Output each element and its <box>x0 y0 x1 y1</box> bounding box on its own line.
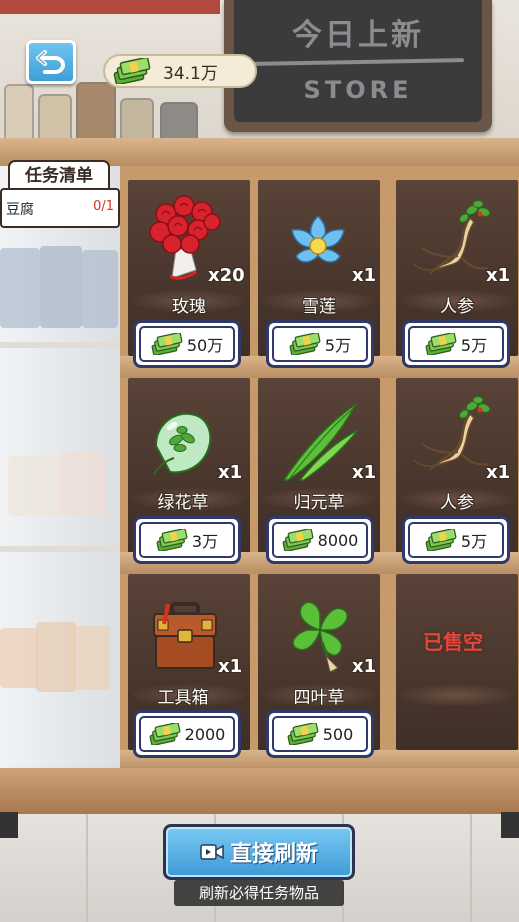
item-qty: x20 <box>208 265 245 286</box>
cash-stack-icon <box>425 529 457 551</box>
price-value: 5万 <box>324 336 352 355</box>
price-value: 500 <box>322 724 354 744</box>
item-name: 玫瑰 <box>172 297 206 317</box>
buy-button[interactable]: 500 <box>266 710 374 758</box>
buy-button[interactable]: 3万 <box>133 516 241 564</box>
task-list-panel[interactable]: 任务清单 豆腐 0/1 <box>0 160 120 228</box>
snow-lotus-icon <box>291 214 345 263</box>
cash-stack-icon <box>289 333 321 355</box>
store-sign-divider <box>251 58 465 66</box>
item-name: 四叶草 <box>293 688 345 708</box>
refresh-hint: 刷新必得任务物品 <box>174 880 344 906</box>
refresh-button-label: 直接刷新 <box>229 842 318 867</box>
item-slot-9 <box>396 574 518 750</box>
buy-button[interactable]: 5万 <box>266 320 374 368</box>
item-name: 雪莲 <box>302 297 336 317</box>
buy-button[interactable]: 5万 <box>402 516 510 564</box>
task-list-body: 豆腐 0/1 <box>0 188 120 228</box>
toolbox-icon <box>153 602 217 669</box>
item-qty: x1 <box>352 462 377 483</box>
red-banner <box>0 0 220 14</box>
buy-button[interactable]: 2000 <box>133 710 241 758</box>
cash-stack-icon <box>425 333 457 355</box>
grass-blade-icon <box>282 403 359 481</box>
cash-stack-icon <box>113 58 151 84</box>
price-value: 2000 <box>184 724 226 744</box>
price-value: 5万 <box>460 532 488 551</box>
cash-stack-icon <box>151 333 183 355</box>
cash-stack-icon <box>149 723 181 745</box>
buy-button[interactable]: 5万 <box>402 320 510 368</box>
item-qty: x1 <box>352 265 377 286</box>
cash-stack-icon <box>156 529 188 551</box>
item-name: 归元草 <box>293 493 345 513</box>
item-qty: x1 <box>218 462 243 483</box>
cash-stack-icon <box>287 723 319 745</box>
back-button[interactable] <box>26 40 76 84</box>
task-list-title: 任务清单 <box>8 160 110 190</box>
item-qty: x1 <box>486 265 511 286</box>
item-name: 人参 <box>440 493 474 513</box>
task-item-progress: 0/1 <box>93 199 114 214</box>
undo-arrow-icon <box>36 50 65 74</box>
counter-foot <box>0 812 18 838</box>
cash-stack-icon <box>282 529 314 551</box>
sold-out-label: 已售空 <box>423 630 483 654</box>
item-qty: x1 <box>486 462 511 483</box>
buy-button[interactable]: 50万 <box>133 320 241 368</box>
counter-base <box>0 768 519 814</box>
store-sign: 今日上新 STORE <box>224 0 492 132</box>
item-name: 人参 <box>440 297 474 317</box>
item-name: 绿花草 <box>157 493 209 513</box>
item-name: 工具箱 <box>157 688 209 708</box>
item-qty: x1 <box>218 656 243 677</box>
price-value: 5万 <box>460 336 488 355</box>
glass-display-case <box>0 166 122 771</box>
store-sign-subtitle: STORE <box>303 76 413 104</box>
price-value: 50万 <box>186 336 224 355</box>
counter-foot <box>501 812 519 838</box>
task-item-name: 豆腐 <box>6 202 34 218</box>
money-value: 34.1万 <box>163 63 218 84</box>
green-herb-orb-icon <box>153 412 212 475</box>
money-display: 34.1万 <box>103 54 257 88</box>
four-leaf-clover-icon <box>292 601 348 673</box>
video-ad-icon <box>200 844 224 860</box>
price-value: 8000 <box>317 530 359 550</box>
store-sign-title: 今日上新 <box>292 18 424 53</box>
shop-screen: 今日上新 STORE 34.1万 任务清单 豆腐 0/1 x20 玫瑰 50万 … <box>0 0 519 922</box>
buy-button[interactable]: 8000 <box>266 516 374 564</box>
refresh-button[interactable]: 直接刷新 <box>163 824 355 880</box>
item-qty: x1 <box>352 656 377 677</box>
price-value: 3万 <box>191 532 219 551</box>
